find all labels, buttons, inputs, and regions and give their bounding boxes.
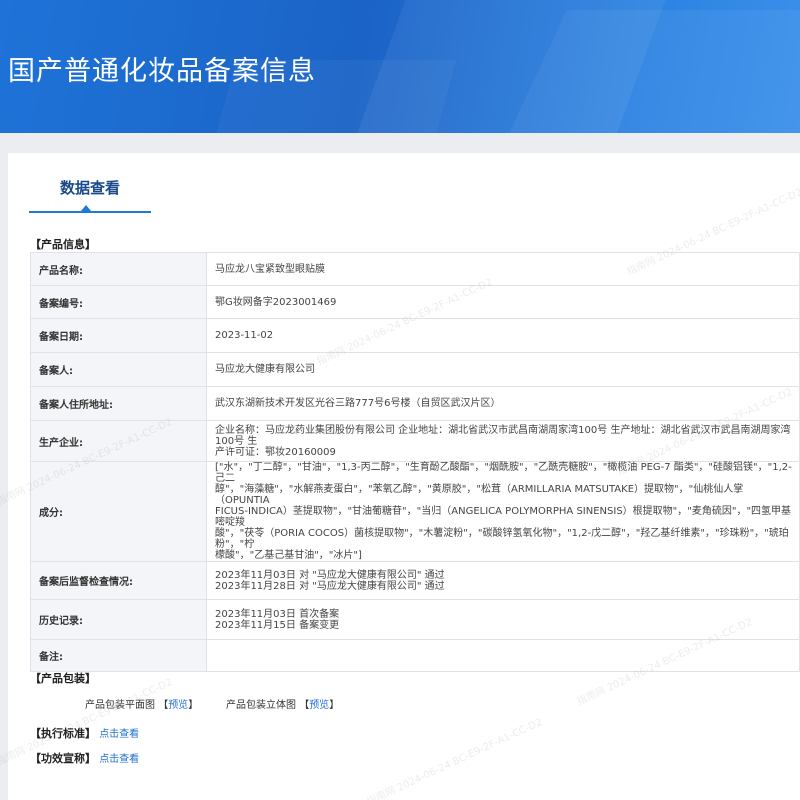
tab-underline [29,211,151,213]
row-label: 备案编号: [30,285,207,319]
table-row: 成分: ["水"，"丁二醇"，"甘油"，"1,3-丙二醇"，"生育酚乙酸酯"，"… [30,461,800,562]
table-row: 产品名称: 马应龙八宝紧致型眼贴膜 [30,252,800,286]
row-value: 马应龙大健康有限公司 [206,352,800,387]
table-row: 备案人: 马应龙大健康有限公司 [30,352,800,387]
watermark: 指南网 2024-06-24 BC-E9-2F-A1-CC-D2 [365,716,545,800]
section-packaging: 【产品包装】 [30,672,96,685]
tab-indicator-icon [81,205,91,211]
bracket: 】 [329,700,340,711]
packaging-stereo: 产品包装立体图 【预览】 [226,696,339,711]
section-product-info: 【产品信息】 [30,238,96,251]
table-row: 备案人住所地址: 武汉东湖新技术开发区光谷三路777号6号楼（自贸区武汉片区） [30,386,800,421]
value-line: ["水"，"丁二醇"，"甘油"，"1,3-丙二醇"，"生育酚乙酸酯"，"烟酰胺"… [215,462,792,484]
value-line: 2023年11月03日 对 "马应龙大健康有限公司" 通过 [215,569,445,581]
value-line: 2023年11月28日 对 "马应龙大健康有限公司" 通过 [215,580,445,592]
row-value: 2023年11月03日 对 "马应龙大健康有限公司" 通过 2023年11月28… [206,561,800,600]
row-value: 武汉东湖新技术开发区光谷三路777号6号楼（自贸区武汉片区） [206,386,800,421]
row-label: 历史记录: [30,599,207,640]
table-row: 备案后监督检查情况: 2023年11月03日 对 "马应龙大健康有限公司" 通过… [30,561,800,600]
value-line: 2023年11月03日 首次备案 [215,608,340,620]
content-panel: 数据查看 【产品信息】 产品名称: 马应龙八宝紧致型眼贴膜 备案编号: 鄂G妆网… [0,153,800,800]
value-line: 醇"，"海藻糖"，"水解燕麦蛋白"，"苯氧乙醇"，"黄原胶"，"松茸（ARMIL… [215,484,744,506]
standard-view-link[interactable]: 点击查看 [99,729,139,740]
preview-flat-link[interactable]: 预览 [168,700,188,711]
table-row: 历史记录: 2023年11月03日 首次备案 2023年11月15日 备案变更 [30,599,800,640]
row-label: 备注: [30,639,207,672]
row-value: 2023-11-02 [206,318,800,353]
row-label: 备案人住所地址: [30,386,207,421]
section-efficacy: 【功效宣称】 [30,752,96,765]
efficacy-view-link[interactable]: 点击查看 [99,754,139,765]
bracket: 【 [299,700,310,711]
efficacy-row: 【功效宣称】 点击查看 [30,750,139,766]
row-value: ["水"，"丁二醇"，"甘油"，"1,3-丙二醇"，"生育酚乙酸酯"，"烟酰胺"… [206,461,800,562]
packaging-stereo-label: 产品包装立体图 [226,700,296,711]
row-label: 产品名称: [30,252,207,286]
page-title: 国产普通化妆品备案信息 [8,56,316,87]
value-line: 产许可证：鄂妆20160009 [215,446,336,458]
bracket: 【 [158,700,169,711]
value-line: 2023年11月15日 备案变更 [215,619,340,631]
row-label: 备案人: [30,352,207,387]
row-label: 备案后监督检查情况: [30,561,207,600]
row-value: 马应龙八宝紧致型眼贴膜 [206,252,800,286]
value-line: 檬酸"，"乙基己基甘油"，"冰片"] [215,550,362,561]
value-line: 酸"，"茯苓（PORIA COCOS）菌核提取物"，"木薯淀粉"，"碳酸锌氢氧化… [215,528,789,550]
preview-stereo-link[interactable]: 预览 [309,700,329,711]
header-banner: 国产普通化妆品备案信息 [0,0,800,133]
row-label: 备案日期: [30,318,207,353]
row-value: 鄂G妆网备字2023001469 [206,285,800,319]
value-line: FICUS-INDICA）茎提取物"，"甘油葡糖苷"，"当归（ANGELICA … [215,506,792,528]
bracket: 】 [188,700,199,711]
